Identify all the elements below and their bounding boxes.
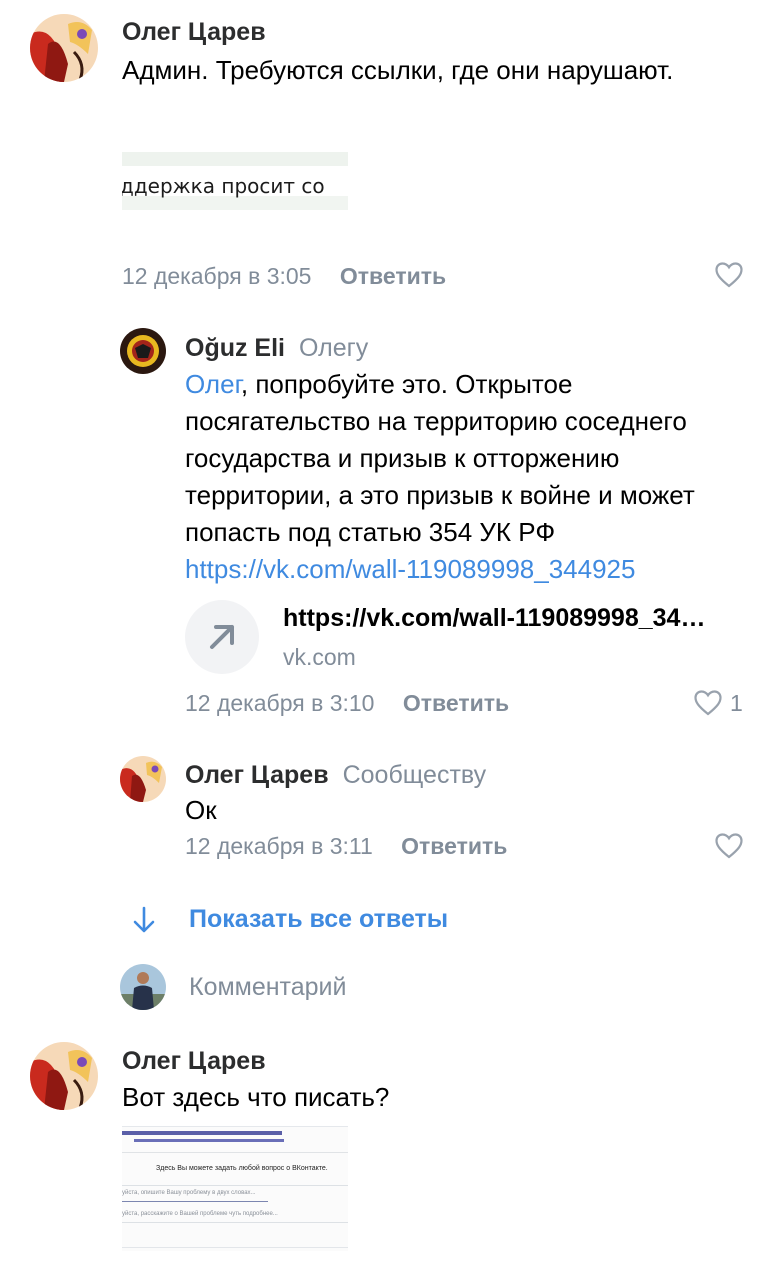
arrow-down-icon[interactable]: [130, 905, 158, 935]
attached-image[interactable]: ддержка просит со: [122, 130, 348, 226]
comment-meta: 12 декабря в 3:05 Ответить: [122, 263, 446, 290]
like-count: 1: [730, 690, 743, 716]
author-avatar[interactable]: [30, 1042, 98, 1110]
reply-author-avatar[interactable]: [120, 328, 166, 374]
show-all-replies-button[interactable]: Показать все ответы: [189, 905, 448, 934]
attached-image[interactable]: Здесь Вы можете задать любой вопрос о ВК…: [122, 1126, 348, 1251]
reply-author-avatar[interactable]: [120, 756, 166, 802]
reply-button[interactable]: Ответить: [401, 833, 507, 859]
current-user-avatar: [120, 964, 166, 1010]
reply-meta: 12 декабря в 3:11 Ответить: [185, 833, 507, 860]
arrow-up-right-icon: [185, 600, 259, 674]
comment-author[interactable]: Олег Царев: [122, 1047, 266, 1076]
reply-to[interactable]: Олегу: [299, 334, 368, 362]
comment-text: Вот здесь что писать?: [122, 1082, 390, 1112]
reply-author: Oğuz Eli Олегу: [185, 334, 368, 363]
snippet-domain: vk.com: [283, 644, 356, 670]
heart-icon[interactable]: [694, 690, 722, 716]
heart-icon[interactable]: [715, 833, 743, 859]
reply-text: Олег, попробуйте это. Открытое посягател…: [185, 366, 745, 588]
comment-text: Админ. Требуются ссылки, где они нарушаю…: [122, 55, 674, 85]
reply-author-name[interactable]: Oğuz Eli: [185, 334, 285, 362]
reply-date: 12 декабря в 3:11: [185, 833, 373, 859]
attached-image-caption: ддержка просит со: [122, 174, 325, 198]
image-title: Здесь Вы можете задать любой вопрос о ВК…: [156, 1165, 328, 1172]
reply-link[interactable]: https://vk.com/wall-119089998_344925: [185, 554, 635, 584]
author-avatar[interactable]: [30, 14, 98, 82]
reply-to[interactable]: Сообществу: [343, 761, 487, 789]
comment-author[interactable]: Олег Царев: [122, 18, 266, 47]
reply-button[interactable]: Ответить: [403, 690, 509, 716]
reply-date: 12 декабря в 3:10: [185, 690, 375, 716]
comment-date: 12 декабря в 3:05: [122, 263, 312, 289]
heart-icon[interactable]: [715, 262, 743, 288]
image-field-2: уйста, расскажите о Вашей проблеме чуть …: [122, 1211, 278, 1217]
reply-button[interactable]: Ответить: [340, 263, 446, 289]
reply-body: , попробуйте это. Открытое посягательств…: [185, 369, 695, 547]
reply-author: Олег Царев Сообществу: [185, 761, 486, 790]
comment-input[interactable]: Комментарий: [189, 973, 346, 1002]
link-snippet[interactable]: https://vk.com/wall-119089998_34… vk.com: [185, 600, 745, 680]
reply-text: Ок: [185, 795, 217, 825]
reply-author-name[interactable]: Олег Царев: [185, 761, 329, 789]
snippet-title: https://vk.com/wall-119089998_34…: [283, 604, 706, 632]
image-field-1: уйста, опишите Вашу проблему в двух слов…: [122, 1190, 256, 1196]
mention-link[interactable]: Олег: [185, 369, 241, 399]
reply-meta: 12 декабря в 3:10 Ответить: [185, 690, 509, 717]
